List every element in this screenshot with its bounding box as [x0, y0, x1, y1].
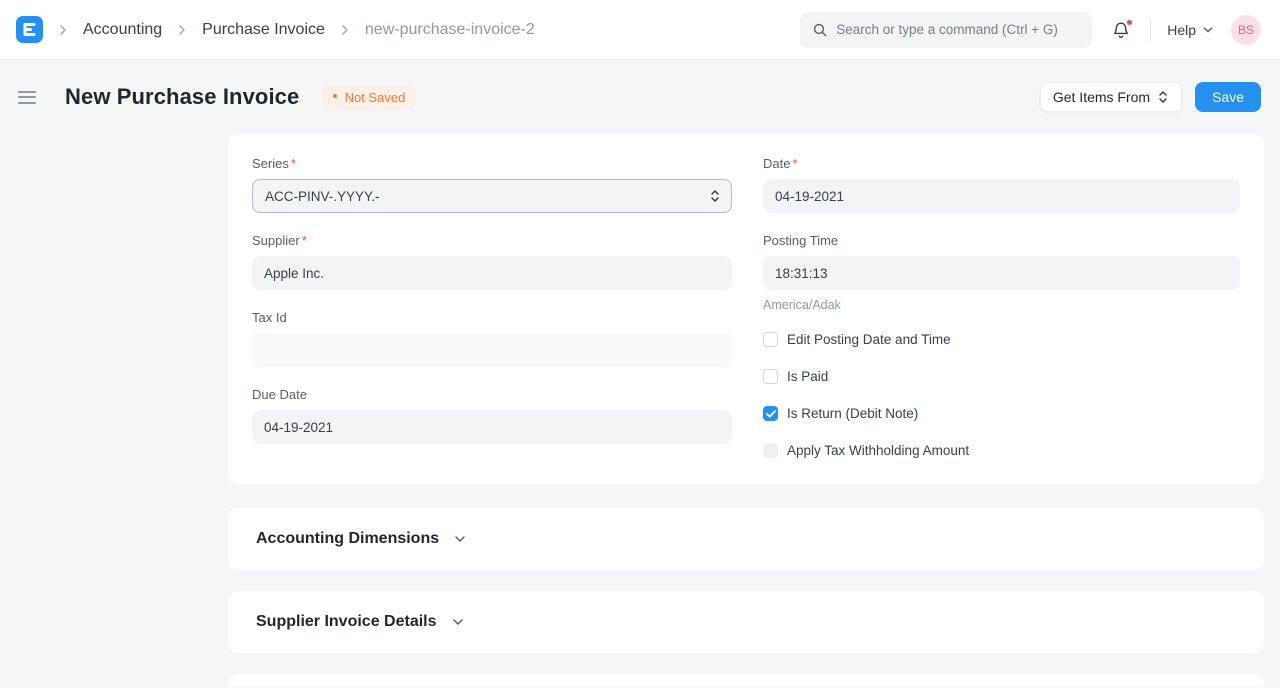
tax-id-label: Tax Id [252, 310, 287, 325]
tax-id-field: Tax Id [252, 310, 732, 367]
form-area: Series* Supplier* Ta [228, 134, 1264, 687]
search-icon [812, 22, 828, 38]
navbar-divider [1150, 18, 1152, 41]
user-avatar[interactable]: BS [1231, 14, 1261, 45]
section-title: Accounting Dimensions [256, 530, 440, 547]
chevron-right-icon [174, 22, 190, 38]
series-label: Series [252, 156, 289, 171]
series-select[interactable] [252, 179, 732, 213]
page-head: New Purchase Invoice • Not Saved Get Ite… [0, 60, 1280, 134]
required-marker: * [290, 156, 296, 171]
due-date-input[interactable] [252, 410, 732, 444]
checkbox-label: Is Return (Debit Note) [787, 406, 919, 421]
chevron-down-icon [452, 531, 468, 547]
apply-tax-withholding-checkbox[interactable]: Apply Tax Withholding Amount [763, 443, 1240, 458]
checkbox-box[interactable] [763, 406, 778, 421]
posting-time-field: Posting Time America/Adak [763, 233, 1240, 312]
chevron-right-icon [337, 22, 353, 38]
menu-icon [18, 90, 36, 93]
save-button[interactable]: Save [1195, 82, 1261, 112]
posting-time-input[interactable] [763, 256, 1240, 290]
chevron-right-icon [55, 22, 71, 38]
check-icon [765, 409, 776, 417]
app-logo[interactable] [16, 16, 43, 43]
help-label: Help [1167, 21, 1196, 38]
is-return-checkbox[interactable]: Is Return (Debit Note) [763, 406, 1240, 421]
form-column-right: Date* Posting Time America/Adak Edit Pos… [763, 156, 1240, 458]
date-field: Date * [763, 156, 1240, 213]
chevron-down-icon [1201, 23, 1215, 37]
help-dropdown[interactable]: Help [1167, 22, 1215, 38]
due-date-label: Due Date [252, 387, 307, 402]
notifications-button[interactable] [1108, 17, 1134, 43]
status-dot: • [332, 88, 338, 105]
get-items-from-button[interactable]: Get Items From [1039, 82, 1183, 112]
invoice-details-card: Series* Supplier* Ta [228, 134, 1264, 484]
checkbox-label: Is Paid [787, 369, 829, 384]
supplier-label: Supplier [252, 233, 300, 248]
avatar-initials: BS [1237, 22, 1254, 37]
edit-posting-date-checkbox[interactable]: Edit Posting Date and Time [763, 332, 1240, 347]
section-title: Supplier Invoice Details [256, 613, 437, 630]
date-input[interactable] [763, 179, 1240, 213]
breadcrumb-purchase-invoice[interactable]: Purchase Invoice [202, 21, 325, 39]
top-navbar: Accounting Purchase Invoice new-purchase… [0, 0, 1280, 60]
checkbox-box[interactable] [763, 332, 778, 347]
erpnext-logo-icon [23, 23, 36, 36]
required-marker: * [792, 156, 798, 171]
due-date-field: Due Date [252, 387, 732, 444]
select-unfold-icon [1157, 90, 1169, 104]
checkbox-box[interactable] [763, 443, 778, 458]
section-partial-card[interactable] [228, 674, 1264, 687]
series-field: Series * [252, 156, 732, 213]
form-column-left: Series* Supplier* Ta [252, 156, 732, 458]
sidebar-toggle-button[interactable] [16, 85, 38, 109]
section-supplier-invoice-details[interactable]: Supplier Invoice Details [228, 591, 1264, 653]
supplier-input[interactable] [252, 256, 732, 290]
checkbox-group: Edit Posting Date and Time Is Paid Is Re… [763, 332, 1240, 458]
checkbox-label: Apply Tax Withholding Amount [787, 443, 970, 458]
search-input[interactable] [836, 22, 1081, 37]
section-accounting-dimensions[interactable]: Accounting Dimensions [228, 508, 1264, 570]
global-search[interactable] [800, 11, 1093, 48]
timezone-help-text: America/Adak [763, 298, 841, 312]
posting-time-label: Posting Time [763, 233, 839, 248]
checkbox-label: Edit Posting Date and Time [787, 332, 951, 347]
navbar-actions: Help BS [800, 11, 1261, 48]
date-label: Date [763, 156, 791, 171]
page-title: New Purchase Invoice [65, 84, 300, 109]
breadcrumb: Accounting Purchase Invoice new-purchase… [16, 16, 535, 43]
notification-dot [1126, 18, 1134, 26]
status-badge: • Not Saved [321, 84, 417, 110]
breadcrumb-accounting[interactable]: Accounting [83, 21, 162, 39]
status-text: Not Saved [344, 89, 406, 105]
supplier-field: Supplier * [252, 233, 732, 290]
checkbox-box[interactable] [763, 369, 778, 384]
required-marker: * [301, 233, 307, 248]
is-paid-checkbox[interactable]: Is Paid [763, 369, 1240, 384]
breadcrumb-current: new-purchase-invoice-2 [364, 20, 535, 38]
tax-id-input[interactable] [252, 333, 732, 367]
chevron-down-icon [450, 614, 466, 630]
